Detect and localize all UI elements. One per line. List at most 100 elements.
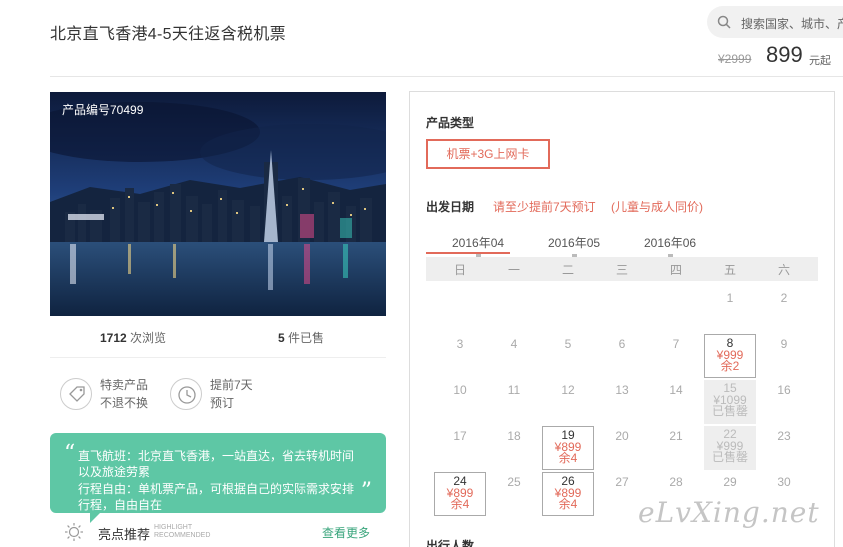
tab-month[interactable]: 2016年04	[452, 234, 504, 251]
calendar-day-number: 18	[507, 429, 521, 443]
price-suffix: 元起	[809, 55, 831, 67]
calendar-day[interactable]: 8 ¥999 余2	[704, 334, 756, 378]
open-quote-icon: “	[64, 441, 76, 466]
search-icon	[717, 15, 731, 29]
sun-icon	[65, 523, 83, 541]
calendar-day-number: 13	[615, 383, 629, 397]
calendar-day-number: 7	[672, 337, 680, 351]
calendar-day: 23	[758, 426, 810, 470]
calendar-day: 5	[542, 334, 594, 378]
departure-date-label: 出发日期	[426, 200, 475, 214]
calendar-day-number: 6	[618, 337, 626, 351]
weekday: 六	[777, 263, 790, 277]
calendar-day-number: 4	[510, 337, 518, 351]
highlights-header: 亮点推荐 HIGHLIGHT RECOMMENDED 查看更多	[64, 520, 386, 542]
weekday: 日	[453, 263, 466, 277]
calendar-day-number: 20	[615, 429, 629, 443]
calendar-day: 17	[434, 426, 486, 470]
highlight-line: 直飞航班：北京直飞香港，一站直达，省去转机时间	[78, 449, 355, 463]
calendar-day-number: 16	[777, 383, 791, 397]
calendar-day: 12	[542, 380, 594, 424]
product-type-option[interactable]: 机票+3G上网卡	[426, 139, 550, 169]
highlights-label-en: HIGHLIGHT RECOMMENDED	[154, 524, 211, 539]
calendar-day[interactable]: 19 ¥899 余4	[542, 426, 594, 470]
advance-notice: 请至少提前7天预订	[493, 200, 596, 214]
calendar-day-number: 3	[456, 337, 464, 351]
weekday: 二	[561, 263, 574, 277]
calendar-day-number: 21	[669, 429, 683, 443]
weekday: 一	[507, 263, 520, 277]
weekday: 四	[669, 263, 682, 277]
calendar-day: 10	[434, 380, 486, 424]
watermark-text: eLvXing.net	[638, 496, 820, 529]
active-month-underline	[426, 252, 510, 254]
highlight-line: 行程，自由自在	[78, 498, 163, 512]
hong-kong-skyline-image	[50, 92, 386, 316]
stats-divider	[50, 357, 386, 358]
product-type-label: 产品类型	[426, 116, 475, 130]
calendar-day: 2	[758, 288, 810, 332]
calendar-day-remaining: 余2	[720, 359, 740, 373]
views-stat: 1712 次浏览	[100, 331, 167, 345]
header-divider	[50, 76, 843, 77]
calendar-day-number: 29	[723, 475, 737, 489]
calendar-day-number: 25	[507, 475, 521, 489]
close-quote-icon: ”	[360, 479, 372, 504]
calendar-day: 22 ¥999 已售罄	[704, 426, 756, 470]
child-price-notice: (儿童与成人同价)	[611, 200, 703, 214]
calendar-day[interactable]: 26 ¥899 余4	[542, 472, 594, 516]
calendar-day: 21	[650, 426, 702, 470]
calendar-day: 11	[488, 380, 540, 424]
calendar-day: 9	[758, 334, 810, 378]
calendar-day: 7	[650, 334, 702, 378]
calendar-day-number: 23	[777, 429, 791, 443]
calendar-day-number: 1	[726, 291, 734, 305]
highlight-line: 以及旅途劳累	[78, 465, 151, 479]
calendar-day-number: 12	[561, 383, 575, 397]
calendar-day: 13	[596, 380, 648, 424]
search-placeholder: 搜索国家、城市、产	[741, 17, 843, 31]
sale-price: 899	[766, 42, 803, 67]
calendar-day: 20	[596, 426, 648, 470]
calendar-day-number: 11	[507, 383, 521, 397]
calendar-day-remaining: 余4	[558, 451, 578, 465]
highlights-box: “ 直飞航班：北京直飞香港，一站直达，省去转机时间 以及旅途劳累 行程自由：单机…	[50, 433, 386, 513]
calendar-day: 1	[704, 288, 756, 332]
calendar-day-remaining: 余4	[558, 497, 578, 511]
calendar-day-number: 30	[777, 475, 791, 489]
calendar-day-number: 5	[564, 337, 572, 351]
search-input[interactable]: 搜索国家、城市、产	[707, 6, 843, 38]
calendar-day-remaining: 余4	[450, 497, 470, 511]
calendar-day-number: 2	[780, 291, 788, 305]
highlights-label: 亮点推荐	[98, 527, 151, 542]
calendar-day-remaining: 已售罄	[711, 450, 748, 464]
calendar-day-number: 27	[615, 475, 629, 489]
calendar-day[interactable]: 24 ¥899 余4	[434, 472, 486, 516]
tab-month[interactable]: 2016年06	[644, 234, 696, 251]
calendar-day-number: 17	[453, 429, 467, 443]
view-more-link[interactable]: 查看更多	[322, 524, 370, 541]
clock-icon	[170, 378, 202, 410]
calendar-day-number: 14	[669, 383, 683, 397]
tag-icon	[60, 378, 92, 410]
page-title: 北京直飞香港4-5天往返含税机票	[50, 26, 286, 43]
calendar-day: 3	[434, 334, 486, 378]
calendar-day: 4	[488, 334, 540, 378]
weekday: 三	[615, 263, 628, 277]
travelers-label: 出行人数	[426, 539, 475, 547]
calendar-day: 25	[488, 472, 540, 516]
calendar-day-remaining: 已售罄	[711, 404, 748, 418]
product-photo[interactable]: 产品编号70499	[50, 92, 386, 316]
calendar-day: 15 ¥1099 已售罄	[704, 380, 756, 424]
sold-stat: 5 件已售	[278, 331, 325, 345]
calendar-day: 18	[488, 426, 540, 470]
calendar-day-number: 9	[780, 337, 788, 351]
highlight-line: 行程自由：单机票产品，可根据自己的实际需求安排	[78, 482, 355, 496]
calendar-day-number: 28	[669, 475, 683, 489]
calendar-day: 6	[596, 334, 648, 378]
calendar-day: 14	[650, 380, 702, 424]
original-price: ¥2999	[718, 52, 752, 66]
product-code: 产品编号70499	[62, 103, 144, 117]
calendar-day: 16	[758, 380, 810, 424]
tab-month[interactable]: 2016年05	[548, 234, 600, 251]
